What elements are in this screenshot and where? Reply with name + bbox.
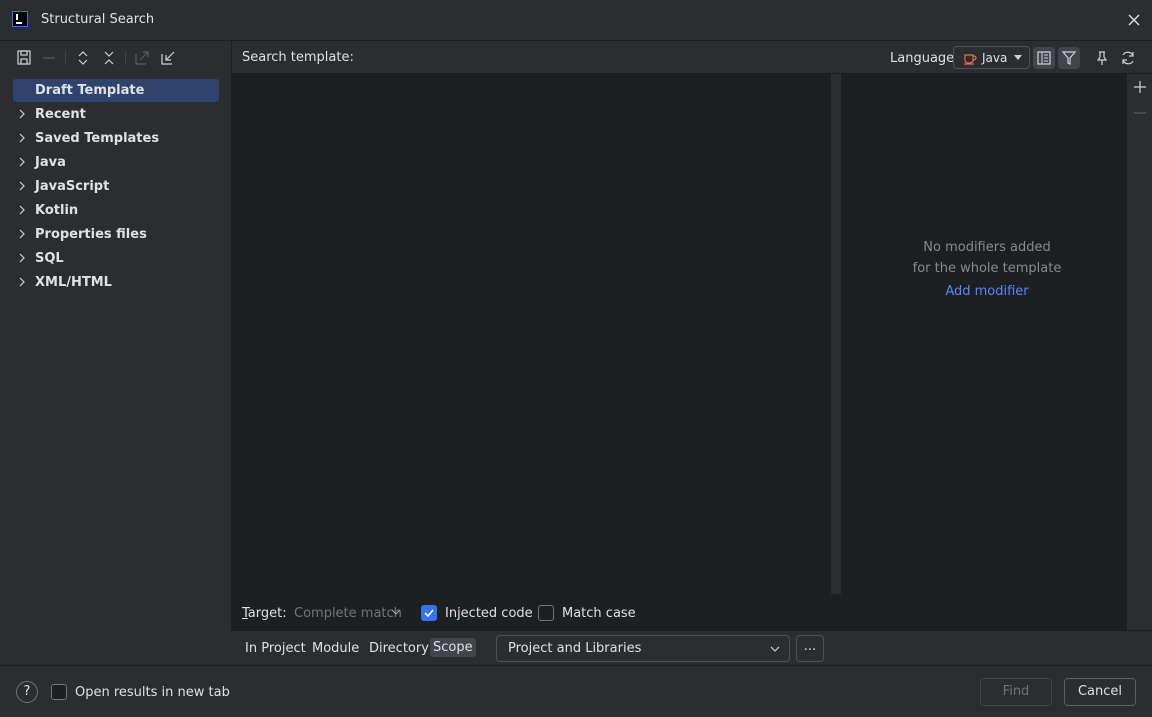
tree-item-label: Recent <box>35 107 86 122</box>
close-icon[interactable] <box>1124 10 1144 30</box>
find-button[interactable]: Find <box>980 678 1052 706</box>
match-case-checkbox[interactable] <box>538 605 554 621</box>
tree-item-xml-html[interactable]: XML/HTML <box>13 271 219 294</box>
toolbar-divider <box>125 51 126 65</box>
scope-tab-in-project[interactable]: In Project <box>245 641 306 656</box>
language-select[interactable]: Java <box>953 46 1030 69</box>
chevron-right-icon[interactable] <box>16 180 28 192</box>
scope-tab-module[interactable]: Module <box>312 641 359 656</box>
scope-tab-directory[interactable]: Directory <box>369 641 429 656</box>
chevron-right-icon[interactable] <box>16 204 28 216</box>
tree-item-label: JavaScript <box>35 179 110 194</box>
chevron-right-icon[interactable] <box>16 132 28 144</box>
tree-item-java[interactable]: Java <box>13 151 219 174</box>
scope-select-value: Project and Libraries <box>508 641 642 656</box>
tree-item-label: SQL <box>35 251 64 266</box>
cancel-button[interactable]: Cancel <box>1064 678 1136 706</box>
tree-item-label: Draft Template <box>35 83 145 98</box>
refresh-icon[interactable] <box>1117 47 1139 69</box>
match-case-label: Match case <box>562 606 636 621</box>
import-icon[interactable] <box>158 48 178 68</box>
help-button[interactable]: ? <box>16 681 38 703</box>
search-template-label: Search template: <box>242 50 354 65</box>
chevron-right-icon[interactable] <box>16 228 28 240</box>
target-label: Target: <box>242 606 287 621</box>
remove-icon[interactable] <box>1132 105 1148 121</box>
scope-tab-scope[interactable]: Scope <box>430 638 476 657</box>
save-template-icon[interactable] <box>15 48 35 68</box>
scope-bar: In Project Module Directory Scope Projec… <box>231 630 1152 665</box>
open-new-tab-label: Open results in new tab <box>75 685 230 700</box>
modifiers-panel: No modifiers added for the whole templat… <box>841 74 1127 594</box>
tree-item-saved-templates[interactable]: Saved Templates <box>13 127 219 150</box>
panel-icon <box>1037 51 1051 65</box>
toggle-preview-button[interactable] <box>1033 47 1055 69</box>
pin-icon[interactable] <box>1091 47 1113 69</box>
template-tree-panel: Draft Template Recent Saved Templates Ja… <box>0 40 231 630</box>
expand-all-icon[interactable] <box>73 48 93 68</box>
tree-item-label: XML/HTML <box>35 275 112 290</box>
add-icon[interactable] <box>1132 79 1148 95</box>
chevron-right-icon[interactable] <box>16 108 28 120</box>
export-icon[interactable] <box>132 48 152 68</box>
tree-item-label: Properties files <box>35 227 147 242</box>
injected-code-checkbox[interactable] <box>421 605 437 621</box>
tree-item-label: Java <box>35 155 66 170</box>
chevron-down-icon <box>1014 55 1022 60</box>
search-template-header: Search template: Language: Java <box>231 40 1152 74</box>
tree-item-javascript[interactable]: JavaScript <box>13 175 219 198</box>
chevron-right-icon[interactable] <box>16 156 28 168</box>
editor-scrollbar[interactable] <box>831 80 841 590</box>
tree-item-recent[interactable]: Recent <box>13 103 219 126</box>
chevron-right-icon[interactable] <box>16 252 28 264</box>
collapse-all-icon[interactable] <box>99 48 119 68</box>
java-cup-icon <box>964 54 977 65</box>
filter-button[interactable] <box>1058 47 1080 69</box>
toolbar-divider <box>65 51 66 65</box>
checkmark-icon <box>424 609 434 618</box>
search-template-editor[interactable] <box>231 74 831 594</box>
chevron-right-icon[interactable] <box>16 276 28 288</box>
tree-toolbar <box>0 41 231 75</box>
app-logo-icon <box>12 11 28 27</box>
chevron-down-icon[interactable] <box>391 608 401 616</box>
tree-item-label: Saved Templates <box>35 131 160 146</box>
dialog-footer: ? Open results in new tab Find Cancel <box>0 665 1152 717</box>
tree-item-kotlin[interactable]: Kotlin <box>13 199 219 222</box>
title-bar: Structural Search <box>0 0 1152 40</box>
language-label: Language: <box>890 51 959 66</box>
tree-item-draft-template[interactable]: Draft Template <box>13 79 219 102</box>
window-title: Structural Search <box>41 12 155 27</box>
scope-select[interactable]: Project and Libraries <box>496 635 790 662</box>
no-modifiers-subtext: for the whole template <box>912 261 1062 276</box>
search-options-bar: Target: Complete match Injected code Mat… <box>231 594 1127 630</box>
target-select[interactable]: Complete match <box>294 606 402 621</box>
remove-icon[interactable] <box>39 48 59 68</box>
tree-item-properties-files[interactable]: Properties files <box>13 223 219 246</box>
tree-item-label: Kotlin <box>35 203 79 218</box>
add-modifier-link[interactable]: Add modifier <box>841 284 1133 299</box>
injected-code-label: Injected code <box>445 606 533 621</box>
filter-icon <box>1061 51 1077 65</box>
no-modifiers-text: No modifiers added <box>923 240 1051 255</box>
browse-scope-button[interactable]: ... <box>796 635 824 662</box>
open-new-tab-checkbox[interactable] <box>51 684 67 700</box>
chevron-down-icon <box>770 646 780 652</box>
modifier-toolbar <box>1127 74 1152 630</box>
language-value: Java <box>982 51 1008 65</box>
tree-item-sql[interactable]: SQL <box>13 247 219 270</box>
